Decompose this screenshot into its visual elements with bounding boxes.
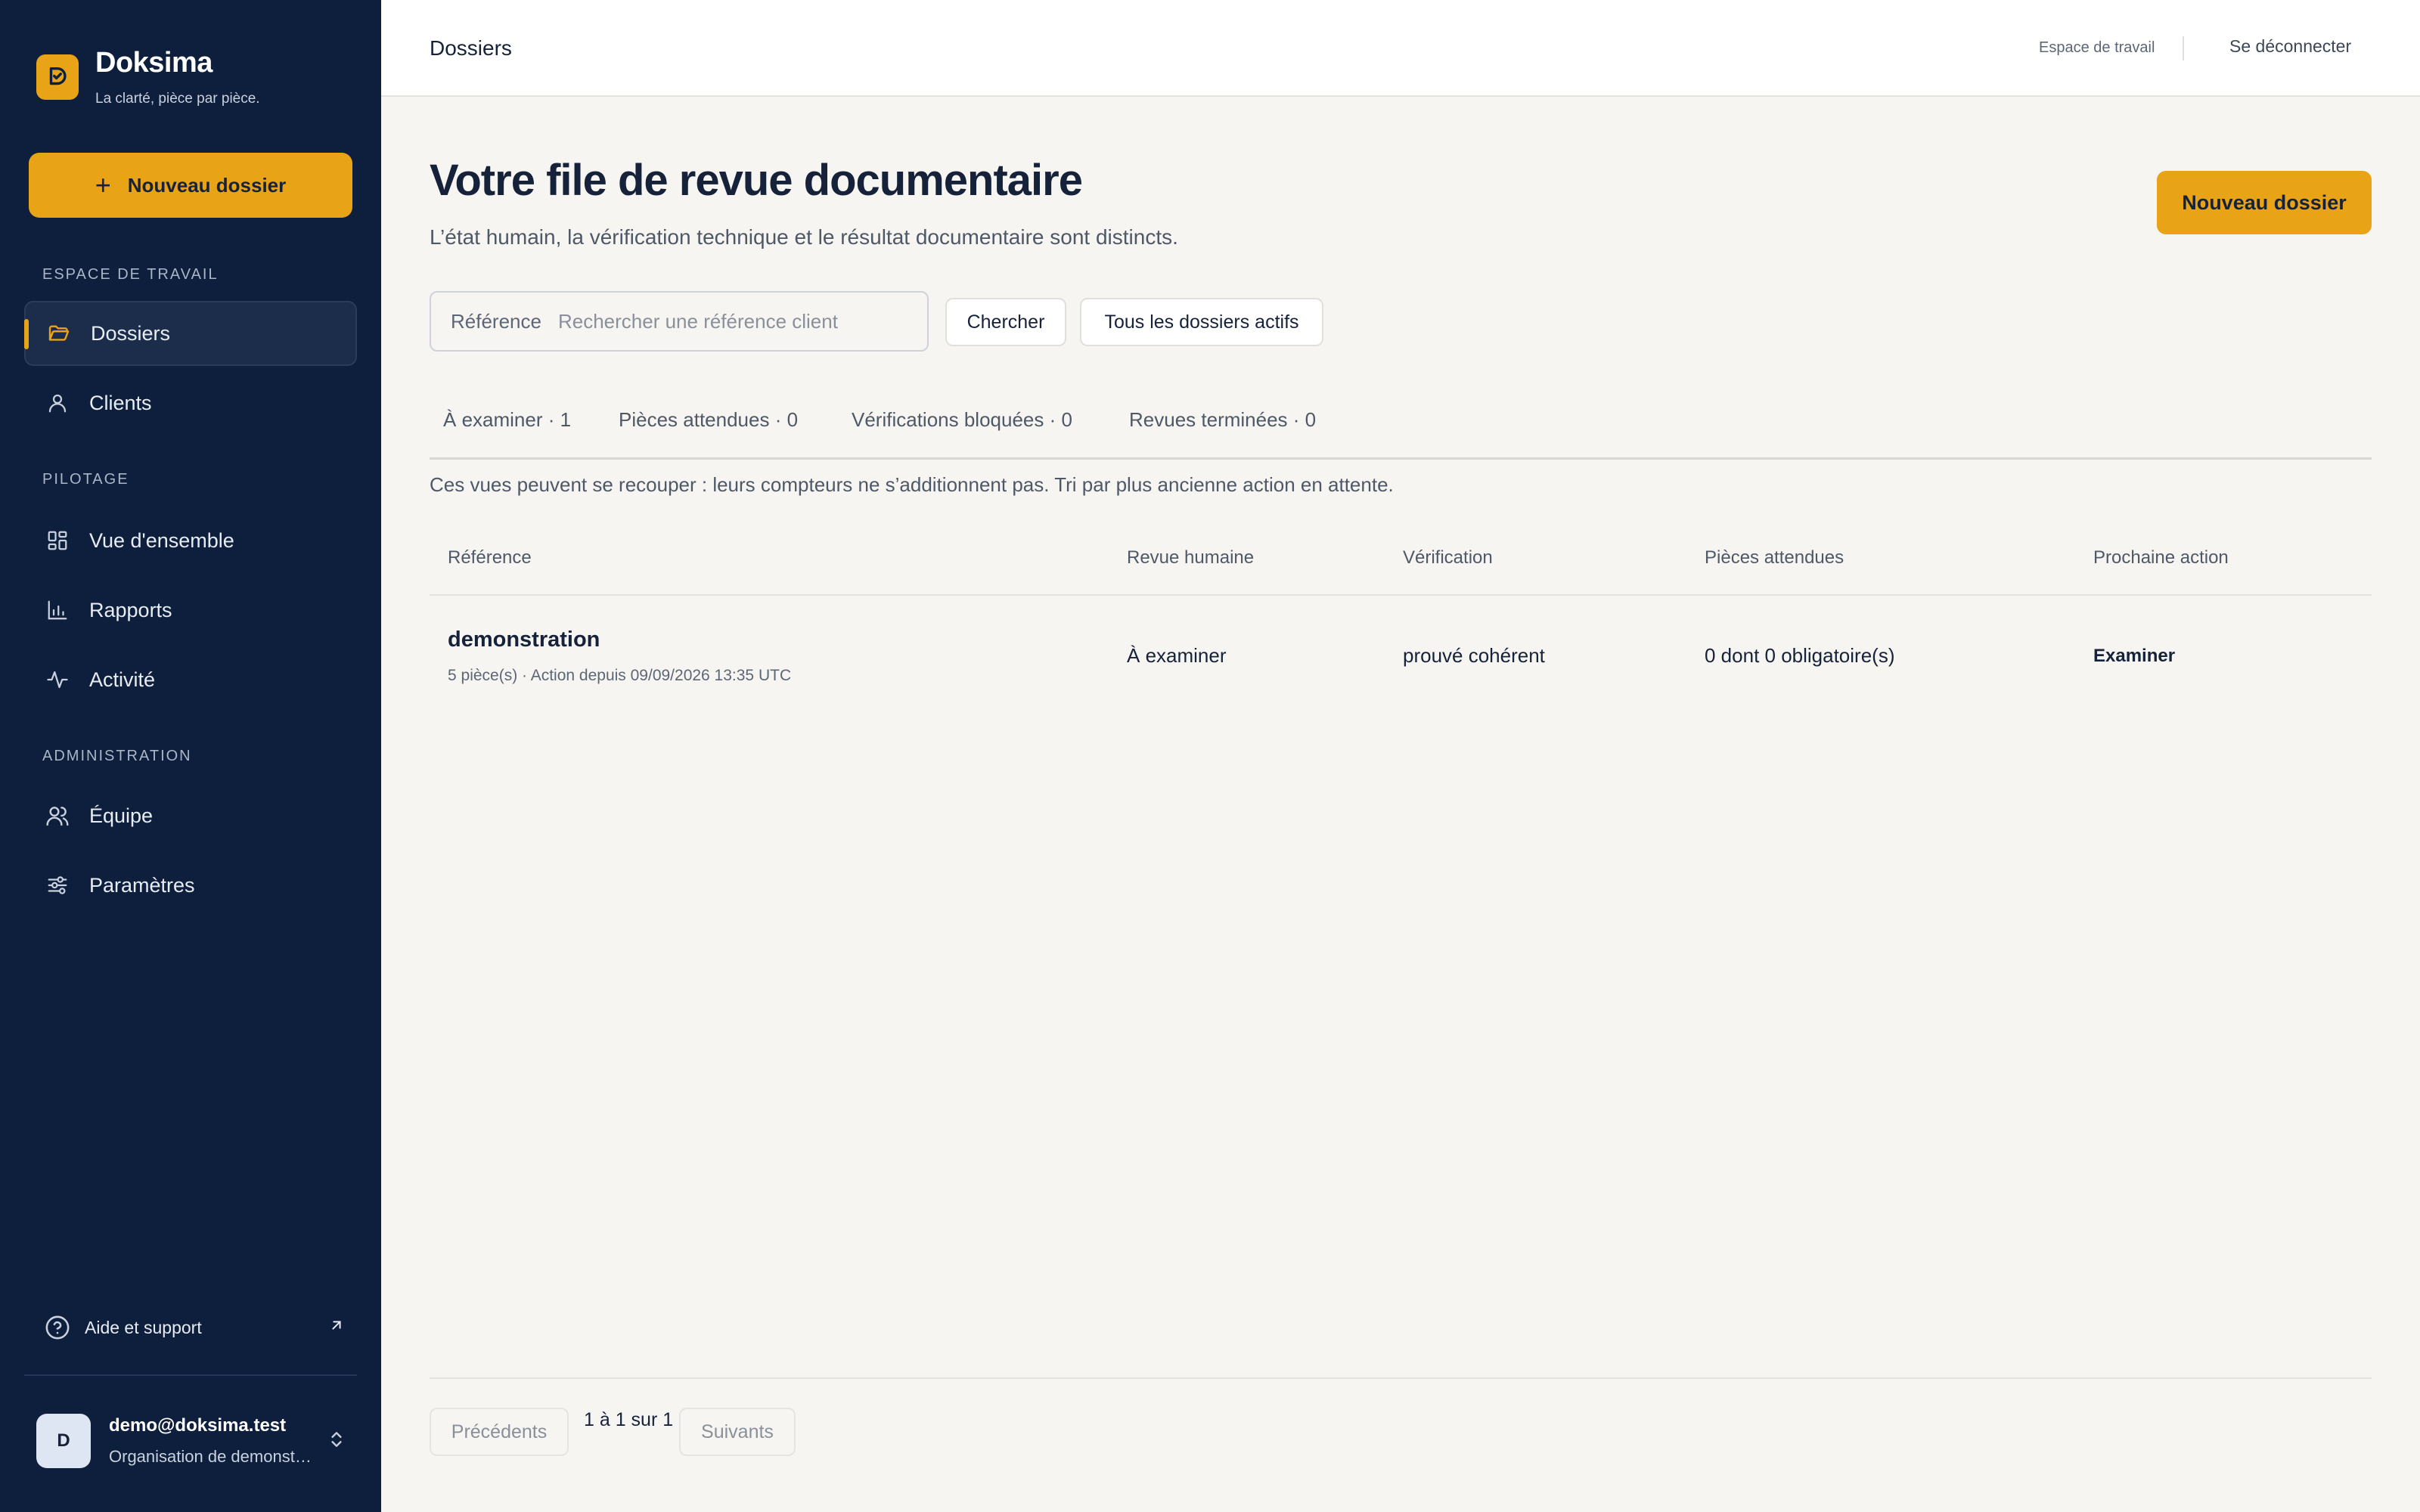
search-input[interactable] — [557, 309, 891, 333]
column-header-next-action: Prochaine action — [2093, 547, 2229, 568]
brand-name: Doksima — [95, 47, 213, 79]
avatar: D — [36, 1414, 91, 1468]
pagination-divider — [430, 1377, 2372, 1379]
help-support-label: Aide et support — [85, 1317, 202, 1337]
reference-search-field[interactable]: Référence — [430, 291, 929, 352]
tab-blocked-verifications[interactable]: Vérifications bloquées · 0 — [852, 408, 1072, 432]
column-header-human-review: Revue humaine — [1127, 547, 1255, 568]
column-header-verification: Vérification — [1403, 547, 1493, 568]
tab-completed-reviews[interactable]: Revues terminées · 0 — [1129, 408, 1316, 432]
sliders-icon — [42, 870, 73, 900]
section-label-workspace: ESPACE DE TRAVAIL — [42, 266, 219, 283]
row-reference[interactable]: demonstration — [448, 627, 600, 652]
page-subtitle: L’état humain, la vérification technique… — [430, 225, 1178, 249]
help-support-link[interactable]: Aide et support — [42, 1305, 345, 1350]
sidebar-divider — [24, 1374, 357, 1376]
sidebar-item-label: Équipe — [89, 804, 154, 827]
sidebar-item-activity[interactable]: Activité — [24, 647, 357, 712]
new-dossier-sidebar-label: Nouveau dossier — [127, 173, 287, 197]
sidebar-item-label: Dossiers — [91, 321, 171, 345]
sidebar-item-reports[interactable]: Rapports — [24, 578, 357, 643]
dashboard-grid-icon — [42, 525, 73, 556]
activity-icon — [42, 665, 73, 695]
logout-button[interactable]: Se déconnecter — [2229, 36, 2351, 57]
sidebar-item-label: Rapports — [89, 598, 172, 621]
brand[interactable]: Doksima La clarté, pièce par pièce. — [36, 47, 260, 107]
users-icon — [42, 801, 73, 831]
doksima-logo-icon — [36, 54, 79, 100]
sidebar-item-label: Paramètres — [89, 873, 195, 897]
user-account-menu[interactable]: D demo@doksima.test Organisation de demo… — [36, 1411, 346, 1471]
next-page-button[interactable]: Suivants — [679, 1408, 796, 1456]
queue-note: Ces vues peuvent se recouper : leurs com… — [430, 473, 1394, 496]
sidebar-item-label: Activité — [89, 668, 156, 691]
row-expected-pieces: 0 dont 0 obligatoire(s) — [1705, 644, 1895, 667]
brand-tagline: La clarté, pièce par pièce. — [95, 91, 260, 107]
plus-icon: + — [95, 169, 111, 200]
sidebar-item-settings[interactable]: Paramètres — [24, 853, 357, 918]
previous-page-button[interactable]: Précédents — [430, 1408, 569, 1456]
bar-chart-icon — [42, 595, 73, 625]
topbar-divider — [2183, 36, 2184, 60]
user-email: demo@doksima.test — [109, 1415, 287, 1436]
search-button[interactable]: Chercher — [945, 298, 1066, 346]
folder-open-icon — [44, 318, 74, 349]
new-dossier-sidebar-button[interactable]: + Nouveau dossier — [29, 153, 352, 218]
row-human-review: À examiner — [1127, 644, 1227, 667]
tab-expected-pieces[interactable]: Pièces attendues · 0 — [619, 408, 798, 432]
sidebar-item-clients[interactable]: Clients — [24, 370, 357, 435]
sidebar-item-overview[interactable]: Vue d'ensemble — [24, 508, 357, 573]
tab-to-review[interactable]: À examiner · 1 — [443, 408, 571, 432]
help-circle-icon — [42, 1312, 73, 1343]
sidebar-item-team[interactable]: Équipe — [24, 783, 357, 848]
pagination-info: 1 à 1 sur 1 — [584, 1409, 674, 1430]
user-organization: Organisation de demonstration — [109, 1447, 313, 1466]
page-title: Votre file de revue documentaire — [430, 156, 1083, 205]
breadcrumb: Dossiers — [430, 36, 512, 60]
sidebar-item-label: Clients — [89, 391, 152, 414]
top-bar: Dossiers Espace de travail Se déconnecte… — [381, 0, 2420, 97]
chevron-up-down-icon — [327, 1428, 346, 1455]
search-label: Référence — [451, 309, 541, 333]
table-row[interactable]: demonstration 5 pièce(s) · Action depuis… — [430, 597, 2372, 711]
queue-tabs: À examiner · 1 Pièces attendues · 0 Véri… — [430, 395, 2372, 460]
row-meta: 5 pièce(s) · Action depuis 09/09/2026 13… — [448, 667, 792, 684]
sidebar-item-dossiers[interactable]: Dossiers — [24, 301, 357, 366]
sidebar: Doksima La clarté, pièce par pièce. + No… — [0, 0, 381, 1512]
external-link-arrow-icon — [328, 1317, 345, 1338]
row-verification: prouvé cohérent — [1403, 644, 1545, 667]
column-header-reference: Référence — [448, 547, 532, 568]
new-dossier-button[interactable]: Nouveau dossier — [2157, 171, 2372, 234]
workspace-link[interactable]: Espace de travail — [2039, 39, 2155, 57]
column-header-expected-pieces: Pièces attendues — [1705, 547, 1844, 568]
table-header: Référence Revue humaine Vérification Piè… — [430, 529, 2372, 596]
section-label-pilotage: PILOTAGE — [42, 471, 129, 488]
all-active-dossiers-button[interactable]: Tous les dossiers actifs — [1080, 298, 1323, 346]
examine-action-link[interactable]: Examiner — [2093, 646, 2175, 667]
section-label-administration: ADMINISTRATION — [42, 748, 192, 764]
sidebar-item-label: Vue d'ensemble — [89, 528, 234, 552]
user-icon — [42, 388, 73, 418]
